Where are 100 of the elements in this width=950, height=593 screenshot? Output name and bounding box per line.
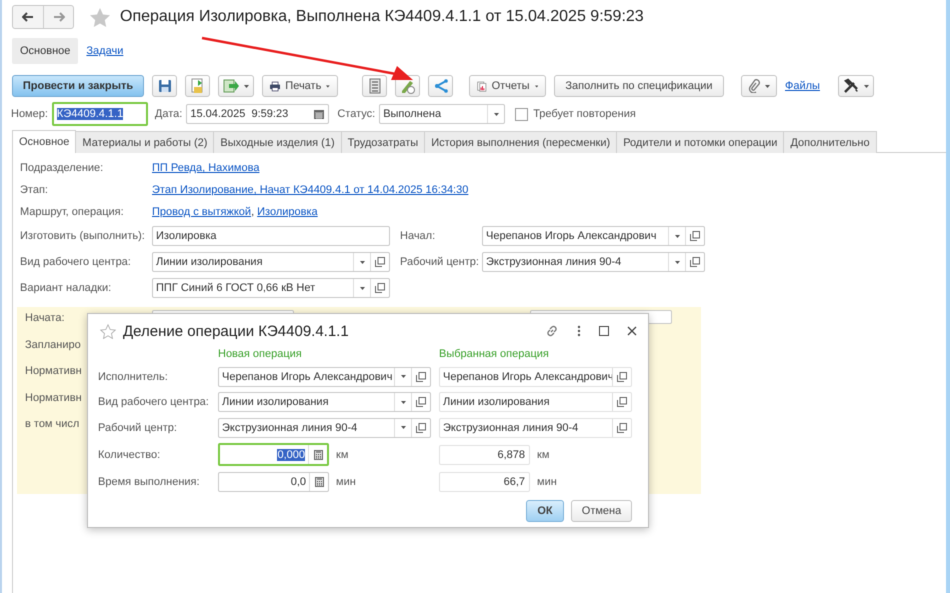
dropdown-arrow-icon[interactable] — [674, 260, 680, 264]
open-window-icon[interactable] — [375, 283, 385, 293]
reports-button[interactable]: Отчеты — [469, 75, 546, 97]
repeat-checkbox[interactable] — [515, 108, 528, 120]
caret-icon — [765, 84, 770, 88]
value-link[interactable]: ПП Ревда, Нахимова — [152, 162, 260, 174]
dropdown-arrow-icon[interactable] — [494, 112, 499, 116]
readonly-field[interactable]: Линии изолирования — [439, 392, 632, 412]
field-label: Нормативн — [25, 392, 82, 404]
form-tab[interactable]: Выходные изделия (1) — [213, 131, 342, 153]
field-label: Запланиро — [25, 338, 81, 350]
value-link[interactable]: Этап Изолирование, Начат КЭ4409.4.1 от 14.04.2025 16:34:30 — [152, 184, 468, 196]
select-field[interactable]: Экструзионная линия 90-4 — [218, 418, 431, 438]
caret-icon — [534, 84, 538, 88]
left-arrow-icon — [22, 12, 34, 22]
field-label: Подразделение: — [20, 162, 104, 174]
unit-label: км — [336, 448, 348, 460]
field-label: Вариант наладки: — [20, 282, 112, 294]
attachment-button[interactable] — [741, 75, 777, 97]
document-list-button[interactable] — [362, 75, 387, 97]
status-field[interactable]: Выполнена — [379, 104, 506, 124]
report-icon — [477, 78, 487, 94]
field-label: Начата: — [25, 312, 65, 324]
select-field[interactable]: ППГ Синий 6 ГОСТ 0,66 кВ Нет — [152, 278, 390, 298]
field-label: Начал: — [400, 230, 436, 242]
column-heading: Новая операция — [218, 348, 303, 361]
more-icon[interactable] — [577, 325, 581, 337]
section-tab[interactable]: Задачи — [78, 38, 132, 64]
select-field[interactable]: Линии изолирования — [152, 252, 390, 272]
select-field[interactable]: Линии изолирования — [218, 392, 431, 412]
cancel-button[interactable]: Отмена — [571, 500, 632, 522]
field-label: Количество: — [98, 448, 162, 460]
link-icon[interactable] — [545, 324, 559, 338]
calculator-icon[interactable] — [314, 476, 324, 486]
open-window-icon[interactable] — [416, 422, 426, 432]
form-tab[interactable]: Материалы и работы (2) — [75, 131, 214, 153]
print-button[interactable]: Печать — [262, 75, 338, 97]
select-field[interactable]: Экструзионная линия 90-4 — [482, 252, 705, 272]
number-field[interactable]: 0,000 — [218, 443, 329, 466]
open-window-icon[interactable] — [375, 257, 385, 267]
save-button[interactable] — [152, 75, 177, 97]
number-field[interactable]: КЭ4409.4.1.1 — [52, 102, 148, 126]
list-icon — [368, 78, 380, 94]
form-tab[interactable]: История выполнения (пересменки) — [424, 131, 618, 153]
dropdown-arrow-icon[interactable] — [400, 426, 406, 429]
section-tab[interactable]: Основное — [12, 38, 78, 64]
open-window-icon[interactable] — [690, 257, 700, 267]
star-icon[interactable] — [100, 324, 116, 338]
calculator-icon[interactable] — [314, 450, 322, 460]
form-tab[interactable]: Основное — [12, 130, 76, 153]
repeat-label: Требует повторения — [533, 108, 636, 120]
field-label: Этап: — [20, 184, 49, 196]
value-link[interactable]: Провод с вытяжкой — [152, 206, 252, 218]
readonly-field[interactable]: Экструзионная линия 90-4 — [439, 418, 632, 438]
post-and-close-button[interactable]: Провести и закрыть — [12, 75, 144, 97]
unit-label: мин — [537, 476, 557, 488]
dropdown-arrow-icon[interactable] — [400, 375, 406, 378]
field-label: в том числ — [25, 418, 80, 430]
value-link[interactable]: Изолировка — [257, 206, 318, 218]
maximize-icon[interactable] — [599, 326, 609, 336]
number-label: Номер: — [11, 108, 48, 120]
post-button[interactable] — [185, 75, 210, 97]
dropdown-arrow-icon[interactable] — [360, 260, 364, 264]
text-field[interactable]: Изолировка — [152, 226, 390, 246]
date-field[interactable]: 15.04.2025 9:59:23 — [186, 104, 330, 124]
open-window-icon[interactable] — [617, 372, 627, 382]
caret-icon — [326, 84, 330, 88]
readonly-field: 66,7 — [439, 472, 530, 492]
select-field[interactable]: Черепанов Игорь Александрович — [482, 226, 705, 246]
form-tab[interactable]: Родители и потомки операции — [616, 131, 784, 153]
field-label: Маршрут, операция: — [20, 206, 125, 218]
files-link[interactable]: Файлы — [785, 80, 820, 92]
paperclip-icon — [748, 79, 760, 93]
form-tab[interactable]: Дополнительно — [783, 131, 877, 153]
form-tab[interactable]: Трудозатраты — [340, 131, 426, 153]
date-label: Дата: — [154, 108, 182, 120]
number-field[interactable]: 0,0 — [218, 472, 329, 492]
column-heading: Выбранная операция — [439, 348, 550, 361]
tools-icon — [842, 78, 859, 94]
open-window-icon[interactable] — [416, 397, 426, 407]
select-field[interactable]: Черепанов Игорь Александрович — [218, 366, 431, 386]
fill-by-spec-button[interactable]: Заполнить по спецификации — [554, 75, 724, 97]
open-window-icon[interactable] — [617, 397, 627, 407]
dropdown-arrow-icon[interactable] — [674, 234, 680, 238]
split-button[interactable] — [428, 75, 453, 97]
pencil-icon — [400, 78, 416, 94]
open-window-icon[interactable] — [416, 372, 426, 382]
open-window-icon[interactable] — [690, 231, 700, 241]
field-label: Исполнитель: — [98, 370, 169, 382]
create-based-on-button[interactable] — [218, 75, 254, 97]
field-label: Время выполнения: — [98, 476, 201, 488]
calendar-icon[interactable] — [314, 109, 324, 119]
ok-button[interactable]: ОК — [526, 500, 564, 522]
dropdown-arrow-icon[interactable] — [360, 286, 364, 290]
caret-icon — [864, 84, 869, 88]
star-icon[interactable] — [90, 8, 110, 26]
close-icon[interactable] — [627, 326, 637, 336]
tools-button[interactable] — [838, 75, 874, 97]
open-window-icon[interactable] — [617, 422, 627, 432]
dropdown-arrow-icon[interactable] — [400, 400, 406, 404]
